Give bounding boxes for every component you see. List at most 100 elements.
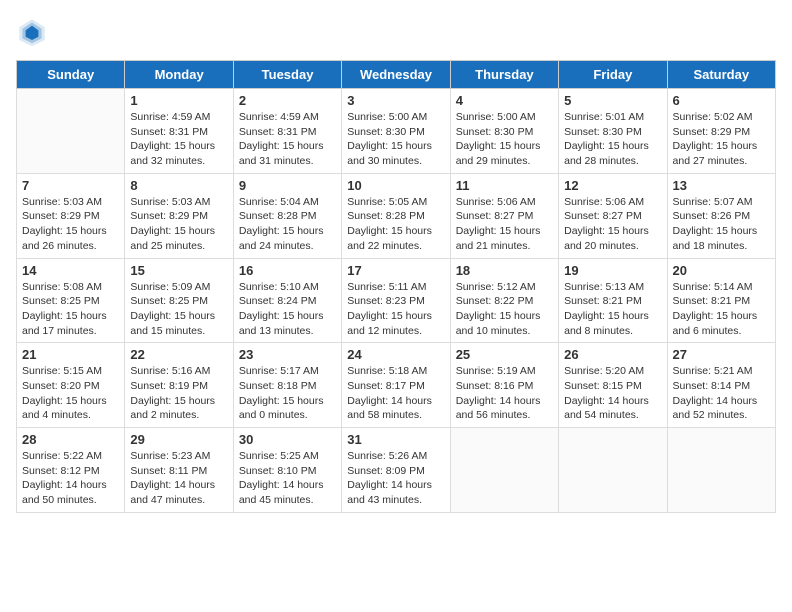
day-info: Sunrise: 4:59 AMSunset: 8:31 PMDaylight:… xyxy=(130,110,227,169)
day-info: Sunrise: 5:22 AMSunset: 8:12 PMDaylight:… xyxy=(22,449,119,508)
column-header-wednesday: Wednesday xyxy=(342,61,450,89)
day-number: 30 xyxy=(239,432,336,447)
day-number: 18 xyxy=(456,263,553,278)
day-info: Sunrise: 5:18 AMSunset: 8:17 PMDaylight:… xyxy=(347,364,444,423)
calendar-cell: 6 Sunrise: 5:02 AMSunset: 8:29 PMDaylight… xyxy=(667,89,775,174)
calendar-cell: 11 Sunrise: 5:06 AMSunset: 8:27 PMDayligh… xyxy=(450,173,558,258)
calendar-cell: 24 Sunrise: 5:18 AMSunset: 8:17 PMDayligh… xyxy=(342,343,450,428)
day-info: Sunrise: 5:12 AMSunset: 8:22 PMDaylight:… xyxy=(456,280,553,339)
logo xyxy=(16,16,52,48)
column-header-saturday: Saturday xyxy=(667,61,775,89)
day-info: Sunrise: 5:00 AMSunset: 8:30 PMDaylight:… xyxy=(347,110,444,169)
logo-icon xyxy=(16,16,48,48)
column-header-monday: Monday xyxy=(125,61,233,89)
day-info: Sunrise: 5:13 AMSunset: 8:21 PMDaylight:… xyxy=(564,280,661,339)
calendar-cell: 4 Sunrise: 5:00 AMSunset: 8:30 PMDaylight… xyxy=(450,89,558,174)
day-number: 12 xyxy=(564,178,661,193)
calendar-cell: 2Sunrise: 4:59 AMSunset: 8:31 PMDaylight… xyxy=(233,89,341,174)
day-info: Sunrise: 4:59 AMSunset: 8:31 PMDaylight:… xyxy=(239,110,336,169)
day-number: 10 xyxy=(347,178,444,193)
calendar-cell: 7Sunrise: 5:03 AMSunset: 8:29 PMDaylight… xyxy=(17,173,125,258)
day-info: Sunrise: 5:06 AMSunset: 8:27 PMDaylight:… xyxy=(456,195,553,254)
day-info: Sunrise: 5:07 AMSunset: 8:26 PMDaylight:… xyxy=(673,195,770,254)
day-info: Sunrise: 5:20 AMSunset: 8:15 PMDaylight:… xyxy=(564,364,661,423)
calendar-table: SundayMondayTuesdayWednesdayThursdayFrid… xyxy=(16,60,776,513)
calendar-week-row: 21 Sunrise: 5:15 AMSunset: 8:20 PMDayligh… xyxy=(17,343,776,428)
day-number: 7 xyxy=(22,178,119,193)
day-number: 26 xyxy=(564,347,661,362)
column-header-friday: Friday xyxy=(559,61,667,89)
calendar-cell: 17Sunrise: 5:11 AMSunset: 8:23 PMDayligh… xyxy=(342,258,450,343)
day-number: 15 xyxy=(130,263,227,278)
page-header xyxy=(16,16,776,48)
day-number: 31 xyxy=(347,432,444,447)
column-header-thursday: Thursday xyxy=(450,61,558,89)
calendar-cell: 30 Sunrise: 5:25 AMSunset: 8:10 PMDayligh… xyxy=(233,428,341,513)
day-number: 23 xyxy=(239,347,336,362)
calendar-cell xyxy=(559,428,667,513)
calendar-cell xyxy=(667,428,775,513)
calendar-cell: 5 Sunrise: 5:01 AMSunset: 8:30 PMDaylight… xyxy=(559,89,667,174)
day-number: 11 xyxy=(456,178,553,193)
calendar-cell: 23 Sunrise: 5:17 AMSunset: 8:18 PMDayligh… xyxy=(233,343,341,428)
calendar-cell: 9 Sunrise: 5:04 AMSunset: 8:28 PMDaylight… xyxy=(233,173,341,258)
day-number: 21 xyxy=(22,347,119,362)
calendar-cell: 19 Sunrise: 5:13 AMSunset: 8:21 PMDayligh… xyxy=(559,258,667,343)
day-info: Sunrise: 5:08 AMSunset: 8:25 PMDaylight:… xyxy=(22,280,119,339)
day-info: Sunrise: 5:00 AMSunset: 8:30 PMDaylight:… xyxy=(456,110,553,169)
day-info: Sunrise: 5:06 AMSunset: 8:27 PMDaylight:… xyxy=(564,195,661,254)
day-number: 13 xyxy=(673,178,770,193)
day-info: Sunrise: 5:15 AMSunset: 8:20 PMDaylight:… xyxy=(22,364,119,423)
day-number: 9 xyxy=(239,178,336,193)
day-info: Sunrise: 5:01 AMSunset: 8:30 PMDaylight:… xyxy=(564,110,661,169)
column-header-tuesday: Tuesday xyxy=(233,61,341,89)
day-number: 17 xyxy=(347,263,444,278)
day-info: Sunrise: 5:02 AMSunset: 8:29 PMDaylight:… xyxy=(673,110,770,169)
calendar-cell: 18 Sunrise: 5:12 AMSunset: 8:22 PMDayligh… xyxy=(450,258,558,343)
day-number: 22 xyxy=(130,347,227,362)
day-number: 3 xyxy=(347,93,444,108)
day-info: Sunrise: 5:26 AMSunset: 8:09 PMDaylight:… xyxy=(347,449,444,508)
calendar-cell: 13 Sunrise: 5:07 AMSunset: 8:26 PMDayligh… xyxy=(667,173,775,258)
calendar-week-row: 7Sunrise: 5:03 AMSunset: 8:29 PMDaylight… xyxy=(17,173,776,258)
calendar-cell: 29Sunrise: 5:23 AMSunset: 8:11 PMDayligh… xyxy=(125,428,233,513)
calendar-cell: 1Sunrise: 4:59 AMSunset: 8:31 PMDaylight… xyxy=(125,89,233,174)
day-info: Sunrise: 5:16 AMSunset: 8:19 PMDaylight:… xyxy=(130,364,227,423)
calendar-cell: 8Sunrise: 5:03 AMSunset: 8:29 PMDaylight… xyxy=(125,173,233,258)
calendar-week-row: 1Sunrise: 4:59 AMSunset: 8:31 PMDaylight… xyxy=(17,89,776,174)
day-number: 19 xyxy=(564,263,661,278)
day-number: 27 xyxy=(673,347,770,362)
day-info: Sunrise: 5:09 AMSunset: 8:25 PMDaylight:… xyxy=(130,280,227,339)
calendar-week-row: 28 Sunrise: 5:22 AMSunset: 8:12 PMDayligh… xyxy=(17,428,776,513)
day-number: 6 xyxy=(673,93,770,108)
calendar-cell: 14 Sunrise: 5:08 AMSunset: 8:25 PMDayligh… xyxy=(17,258,125,343)
day-info: Sunrise: 5:21 AMSunset: 8:14 PMDaylight:… xyxy=(673,364,770,423)
day-number: 14 xyxy=(22,263,119,278)
calendar-cell: 31 Sunrise: 5:26 AMSunset: 8:09 PMDayligh… xyxy=(342,428,450,513)
calendar-cell: 25 Sunrise: 5:19 AMSunset: 8:16 PMDayligh… xyxy=(450,343,558,428)
day-info: Sunrise: 5:05 AMSunset: 8:28 PMDaylight:… xyxy=(347,195,444,254)
calendar-cell: 16 Sunrise: 5:10 AMSunset: 8:24 PMDayligh… xyxy=(233,258,341,343)
calendar-cell: 3 Sunrise: 5:00 AMSunset: 8:30 PMDaylight… xyxy=(342,89,450,174)
calendar-cell: 22 Sunrise: 5:16 AMSunset: 8:19 PMDayligh… xyxy=(125,343,233,428)
calendar-cell: 20Sunrise: 5:14 AMSunset: 8:21 PMDayligh… xyxy=(667,258,775,343)
day-number: 8 xyxy=(130,178,227,193)
day-info: Sunrise: 5:17 AMSunset: 8:18 PMDaylight:… xyxy=(239,364,336,423)
day-number: 24 xyxy=(347,347,444,362)
calendar-week-row: 14 Sunrise: 5:08 AMSunset: 8:25 PMDayligh… xyxy=(17,258,776,343)
day-info: Sunrise: 5:25 AMSunset: 8:10 PMDaylight:… xyxy=(239,449,336,508)
calendar-cell xyxy=(450,428,558,513)
day-number: 4 xyxy=(456,93,553,108)
day-info: Sunrise: 5:19 AMSunset: 8:16 PMDaylight:… xyxy=(456,364,553,423)
day-info: Sunrise: 5:10 AMSunset: 8:24 PMDaylight:… xyxy=(239,280,336,339)
day-info: Sunrise: 5:23 AMSunset: 8:11 PMDaylight:… xyxy=(130,449,227,508)
day-info: Sunrise: 5:04 AMSunset: 8:28 PMDaylight:… xyxy=(239,195,336,254)
day-number: 16 xyxy=(239,263,336,278)
day-number: 25 xyxy=(456,347,553,362)
calendar-cell: 10 Sunrise: 5:05 AMSunset: 8:28 PMDayligh… xyxy=(342,173,450,258)
calendar-cell: 12 Sunrise: 5:06 AMSunset: 8:27 PMDayligh… xyxy=(559,173,667,258)
calendar-cell: 26 Sunrise: 5:20 AMSunset: 8:15 PMDayligh… xyxy=(559,343,667,428)
day-number: 28 xyxy=(22,432,119,447)
day-number: 5 xyxy=(564,93,661,108)
calendar-cell: 21 Sunrise: 5:15 AMSunset: 8:20 PMDayligh… xyxy=(17,343,125,428)
